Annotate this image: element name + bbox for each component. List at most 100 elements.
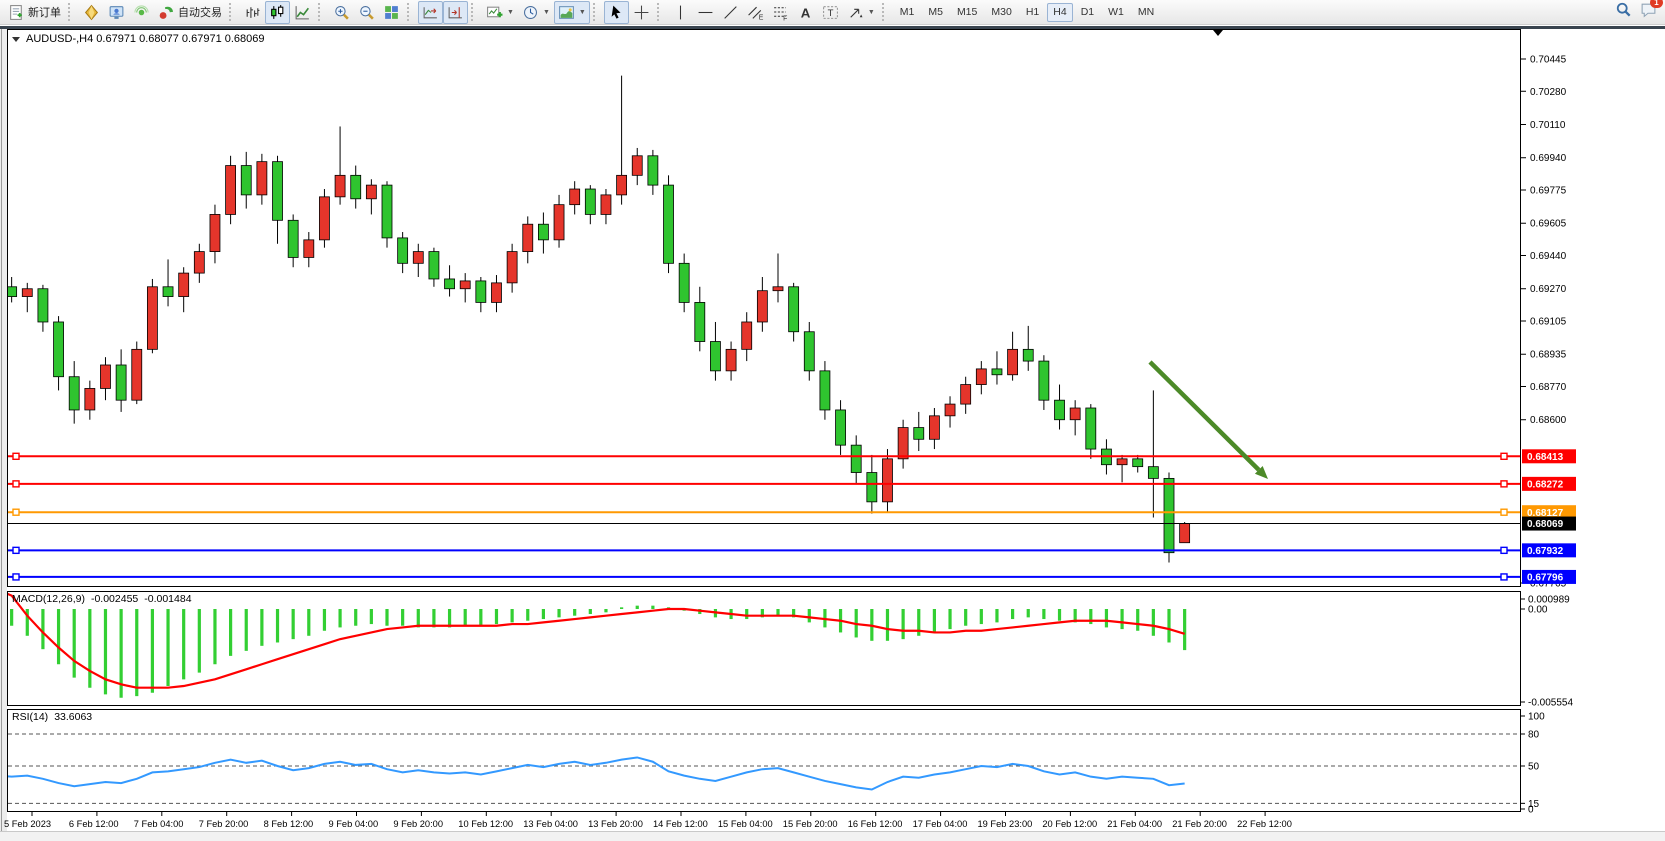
chart-title-text: AUDUSD-,H4 0.67971 0.68077 0.67971 0.680… [26,33,265,45]
chart-canvas[interactable]: 0.704450.702800.701100.699400.697750.696… [0,0,1665,841]
time-axis[interactable]: 5 Feb 20236 Feb 12:007 Feb 04:007 Feb 20… [4,812,1292,829]
candle [742,322,752,349]
candle [507,252,517,283]
notifications-button[interactable]: 1 [1640,1,1657,23]
candle [679,263,689,302]
new-chart-button[interactable]: ▼ [482,1,518,24]
macd-pane[interactable] [8,592,1521,706]
hline-handle[interactable] [13,574,19,580]
price-label: 0.67796 [1527,573,1564,584]
channel-tool-button[interactable]: E [743,1,768,24]
candle [179,273,189,296]
svg-text:0.68600: 0.68600 [1530,415,1567,426]
new-order-label: 新订单 [28,4,61,20]
new-order-button[interactable]: 新订单 [4,1,65,24]
timeframe-w1-button[interactable]: W1 [1102,3,1130,22]
chart-window-top-border [0,26,1665,29]
candle [523,224,533,251]
hline-handle[interactable] [13,509,19,515]
candle [476,281,486,303]
hline-handle[interactable] [1501,509,1507,515]
hline-handle[interactable] [1501,574,1507,580]
price-axis[interactable]: 0.704450.702800.701100.699400.697750.696… [1520,55,1576,816]
channel-icon: E [747,4,764,21]
arrows-tool-button[interactable]: ▼ [843,1,879,24]
time-label: 22 Feb 12:00 [1237,819,1292,829]
chart-template-button[interactable]: ▼ [554,1,590,24]
hline-handle[interactable] [13,453,19,459]
dropdown-caret-icon[interactable]: ▼ [543,9,550,16]
candle [851,445,861,472]
add-chart-icon [486,4,503,21]
time-label: 7 Feb 20:00 [199,819,249,829]
dropdown-caret-icon[interactable]: ▼ [579,9,586,16]
candle [773,287,783,291]
fibonacci-tool-button[interactable]: F [768,1,793,24]
candle [210,214,220,251]
zoom-in-button[interactable] [329,1,354,24]
crosshair-tool-button[interactable] [629,1,654,24]
mql-community-button[interactable] [79,1,104,24]
dropdown-caret-icon[interactable]: ▼ [507,9,514,16]
timeframe-m1-button[interactable]: M1 [894,3,921,22]
price-label: 0.68272 [1527,479,1564,490]
search-button[interactable] [1615,1,1632,23]
hline-handle[interactable] [13,547,19,553]
tile-windows-button[interactable] [379,1,404,24]
timeframe-h4-button[interactable]: H4 [1047,3,1072,22]
chart-shift-button[interactable] [443,1,468,24]
symbol-dropdown-icon[interactable] [12,37,20,42]
text-tool-button[interactable]: A [793,1,818,24]
candle [413,252,423,264]
profile-icon [558,4,575,21]
auto-scroll-button[interactable] [418,1,443,24]
timeframe-d1-button[interactable]: D1 [1075,3,1100,22]
macd-main-value: -0.002455 [91,593,138,605]
candle [992,369,1002,375]
vertical-line-tool-button[interactable] [668,1,693,24]
rsi-indicator-label: RSI(14) 33.6063 [12,711,92,723]
cursor-tool-button[interactable] [604,1,629,24]
candle [554,205,564,240]
market-button[interactable] [104,1,129,24]
candle-chart-mode-button[interactable] [265,1,290,24]
signals-button[interactable] [129,1,154,24]
timeframe-m15-button[interactable]: M15 [951,3,983,22]
hline-handle[interactable] [13,481,19,487]
toolbar-grip [593,3,601,21]
label-t-icon: T [822,4,839,21]
timeframe-m30-button[interactable]: M30 [985,3,1017,22]
svg-text:-0.005554: -0.005554 [1528,697,1573,708]
zoom-out-button[interactable] [354,1,379,24]
svg-text:0.70445: 0.70445 [1530,55,1567,66]
candle [351,175,361,198]
hline-handle[interactable] [1501,481,1507,487]
time-label: 17 Feb 04:00 [913,819,968,829]
timeframe-m5-button[interactable]: M5 [922,3,949,22]
candle [460,281,470,289]
timeframe-mn-button[interactable]: MN [1132,3,1160,22]
trendline-tool-button[interactable] [718,1,743,24]
time-label: 9 Feb 20:00 [393,819,443,829]
zoom-in-icon [333,4,350,21]
label-tool-button[interactable]: T [818,1,843,24]
candle [632,156,642,176]
toolbar-grip [318,3,326,21]
period-selector-button[interactable]: ▼ [518,1,554,24]
candle [1117,459,1127,465]
horizontal-line-tool-button[interactable] [693,1,718,24]
bar-chart-mode-button[interactable] [240,1,265,24]
line-chart-mode-button[interactable] [290,1,315,24]
text-a-icon: A [797,4,814,21]
fibo-icon: F [772,4,789,21]
hline-handle[interactable] [1501,547,1507,553]
candle [1023,349,1033,361]
dropdown-caret-icon[interactable]: ▼ [868,9,875,16]
candle [710,342,720,371]
autotrading-button[interactable]: 自动交易 [154,1,226,24]
hline-handle[interactable] [1501,453,1507,459]
timeframe-h1-button[interactable]: H1 [1020,3,1045,22]
time-label: 8 Feb 12:00 [264,819,314,829]
autotrading-label: 自动交易 [178,4,222,20]
candle [585,189,595,214]
